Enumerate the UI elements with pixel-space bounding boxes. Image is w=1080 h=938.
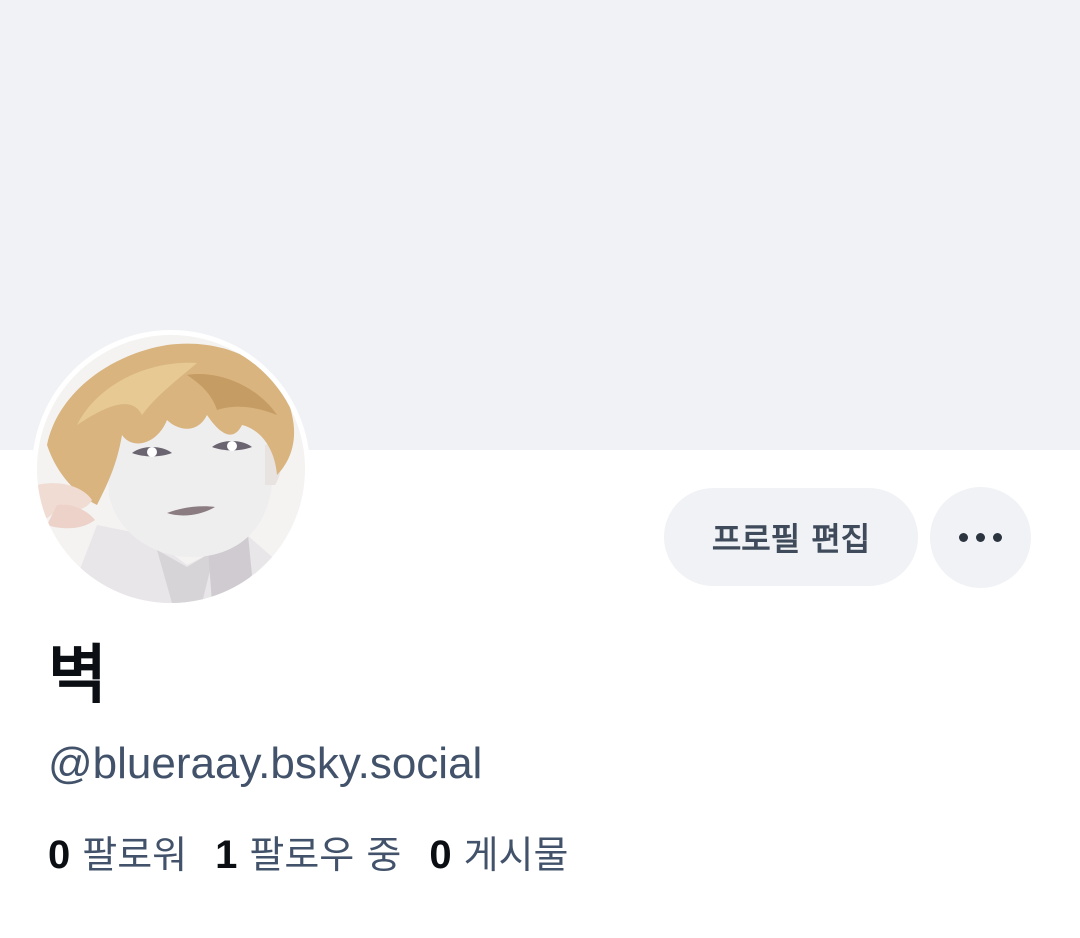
ellipsis-dot	[993, 533, 1002, 542]
followers-count: 0	[48, 833, 71, 877]
ellipsis-icon	[959, 533, 1002, 542]
profile-handle: @blueraay.bsky.social	[48, 739, 483, 788]
edit-profile-button[interactable]: 프로필 편집	[664, 488, 918, 586]
followers-stat[interactable]: 0 팔로워	[48, 830, 187, 880]
posts-stat: 0 게시물	[429, 830, 568, 880]
following-count: 1	[215, 833, 238, 877]
avatar-image	[37, 335, 305, 603]
following-label: 팔로우 중	[249, 833, 402, 877]
posts-count: 0	[429, 833, 452, 877]
avatar[interactable]	[32, 330, 310, 608]
profile-stats: 0 팔로워 1 팔로우 중 0 게시물	[48, 830, 596, 880]
profile-page: 프로필 편집 벽 @blueraay.bsky.social 0 팔로워 1 팔…	[0, 0, 1080, 938]
followers-label: 팔로워	[82, 833, 188, 877]
ellipsis-dot	[976, 533, 985, 542]
ellipsis-dot	[959, 533, 968, 542]
more-options-button[interactable]	[930, 487, 1031, 588]
posts-label: 게시물	[463, 833, 569, 877]
display-name: 벽	[48, 639, 107, 713]
following-stat[interactable]: 1 팔로우 중	[215, 830, 401, 880]
